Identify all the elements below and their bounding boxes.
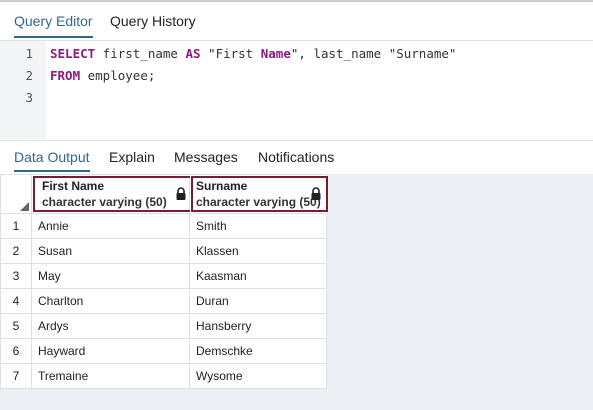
table-row[interactable]: 2 Susan Klassen	[0, 238, 327, 264]
cell-surname[interactable]: Hansberry	[189, 313, 327, 339]
row-number[interactable]: 7	[0, 363, 32, 389]
tab-query-history[interactable]: Query History	[110, 13, 196, 29]
table-row[interactable]: 5 Ardys Hansberry	[0, 313, 327, 339]
column-type: character varying (50)	[196, 195, 321, 209]
tab-query-editor[interactable]: Query Editor	[14, 13, 93, 38]
header-row: First Name character varying (50) Surnam…	[0, 174, 328, 214]
cell-surname[interactable]: Wysome	[189, 363, 327, 389]
sql-keyword: Name	[260, 46, 291, 61]
editor-tab-bar: Query Editor Query History	[0, 0, 593, 41]
cell-surname[interactable]: Demschke	[189, 338, 327, 364]
cell-first-name[interactable]: Hayward	[31, 338, 190, 364]
lock-icon	[176, 187, 186, 200]
code-line-2[interactable]: FROM employee;	[50, 68, 155, 83]
results-tab-bar: Data Output Explain Messages Notificatio…	[0, 140, 593, 175]
sql-keyword: SELECT	[50, 46, 96, 61]
row-number[interactable]: 4	[0, 288, 32, 314]
sql-editor[interactable]: 1 2 3 SELECT first_name AS "First Name",…	[0, 41, 593, 139]
results-table: First Name character varying (50) Surnam…	[0, 174, 328, 389]
sql-text: first_name	[95, 46, 186, 61]
row-number[interactable]: 2	[0, 238, 32, 264]
cell-first-name[interactable]: Susan	[31, 238, 190, 264]
sql-keyword: AS	[185, 46, 201, 61]
lock-icon	[311, 187, 321, 200]
table-row[interactable]: 1 Annie Smith	[0, 213, 327, 239]
cell-first-name[interactable]: Tremaine	[31, 363, 190, 389]
line-number: 3	[25, 90, 33, 105]
cell-surname[interactable]: Smith	[189, 213, 327, 239]
column-type: character varying (50)	[42, 195, 167, 209]
row-number[interactable]: 1	[0, 213, 32, 239]
top-border	[0, 0, 593, 2]
line-number: 2	[25, 68, 33, 83]
line-number: 1	[25, 46, 33, 61]
column-header-first-name[interactable]: First Name character varying (50)	[31, 174, 194, 214]
data-output-grid-area: First Name character varying (50) Surnam…	[0, 174, 593, 410]
table-row[interactable]: 4 Charlton Duran	[0, 288, 327, 314]
column-name: Surname	[196, 179, 248, 193]
cell-first-name[interactable]: Charlton	[31, 288, 190, 314]
column-name: First Name	[42, 179, 105, 193]
select-all-corner[interactable]	[0, 174, 32, 214]
cell-surname[interactable]: Kaasman	[189, 263, 327, 289]
tab-explain[interactable]: Explain	[109, 149, 155, 165]
cell-first-name[interactable]: Annie	[31, 213, 190, 239]
sql-keyword: FROM	[50, 68, 81, 83]
row-number[interactable]: 6	[0, 338, 32, 364]
row-number[interactable]: 3	[0, 263, 32, 289]
cell-surname[interactable]: Klassen	[189, 238, 327, 264]
table-row[interactable]: 6 Hayward Demschke	[0, 338, 327, 364]
sql-text: "First	[200, 46, 261, 61]
code-line-1[interactable]: SELECT first_name AS "First Name", last_…	[50, 46, 456, 61]
line-number-gutter: 1 2 3	[0, 41, 46, 139]
cell-first-name[interactable]: May	[31, 263, 190, 289]
tab-notifications[interactable]: Notifications	[258, 149, 334, 165]
row-number[interactable]: 5	[0, 313, 32, 339]
corner-triangle-icon	[20, 202, 29, 211]
cell-surname[interactable]: Duran	[189, 288, 327, 314]
tab-data-output[interactable]: Data Output	[14, 149, 90, 172]
table-row[interactable]: 7 Tremaine Wysome	[0, 363, 327, 389]
table-row[interactable]: 3 May Kaasman	[0, 263, 327, 289]
column-header-surname[interactable]: Surname character varying (50)	[189, 174, 328, 214]
sql-text: ", last_name "Surname"	[290, 46, 457, 61]
sql-text: employee;	[80, 68, 156, 83]
cell-first-name[interactable]: Ardys	[31, 313, 190, 339]
tab-messages[interactable]: Messages	[174, 149, 238, 165]
